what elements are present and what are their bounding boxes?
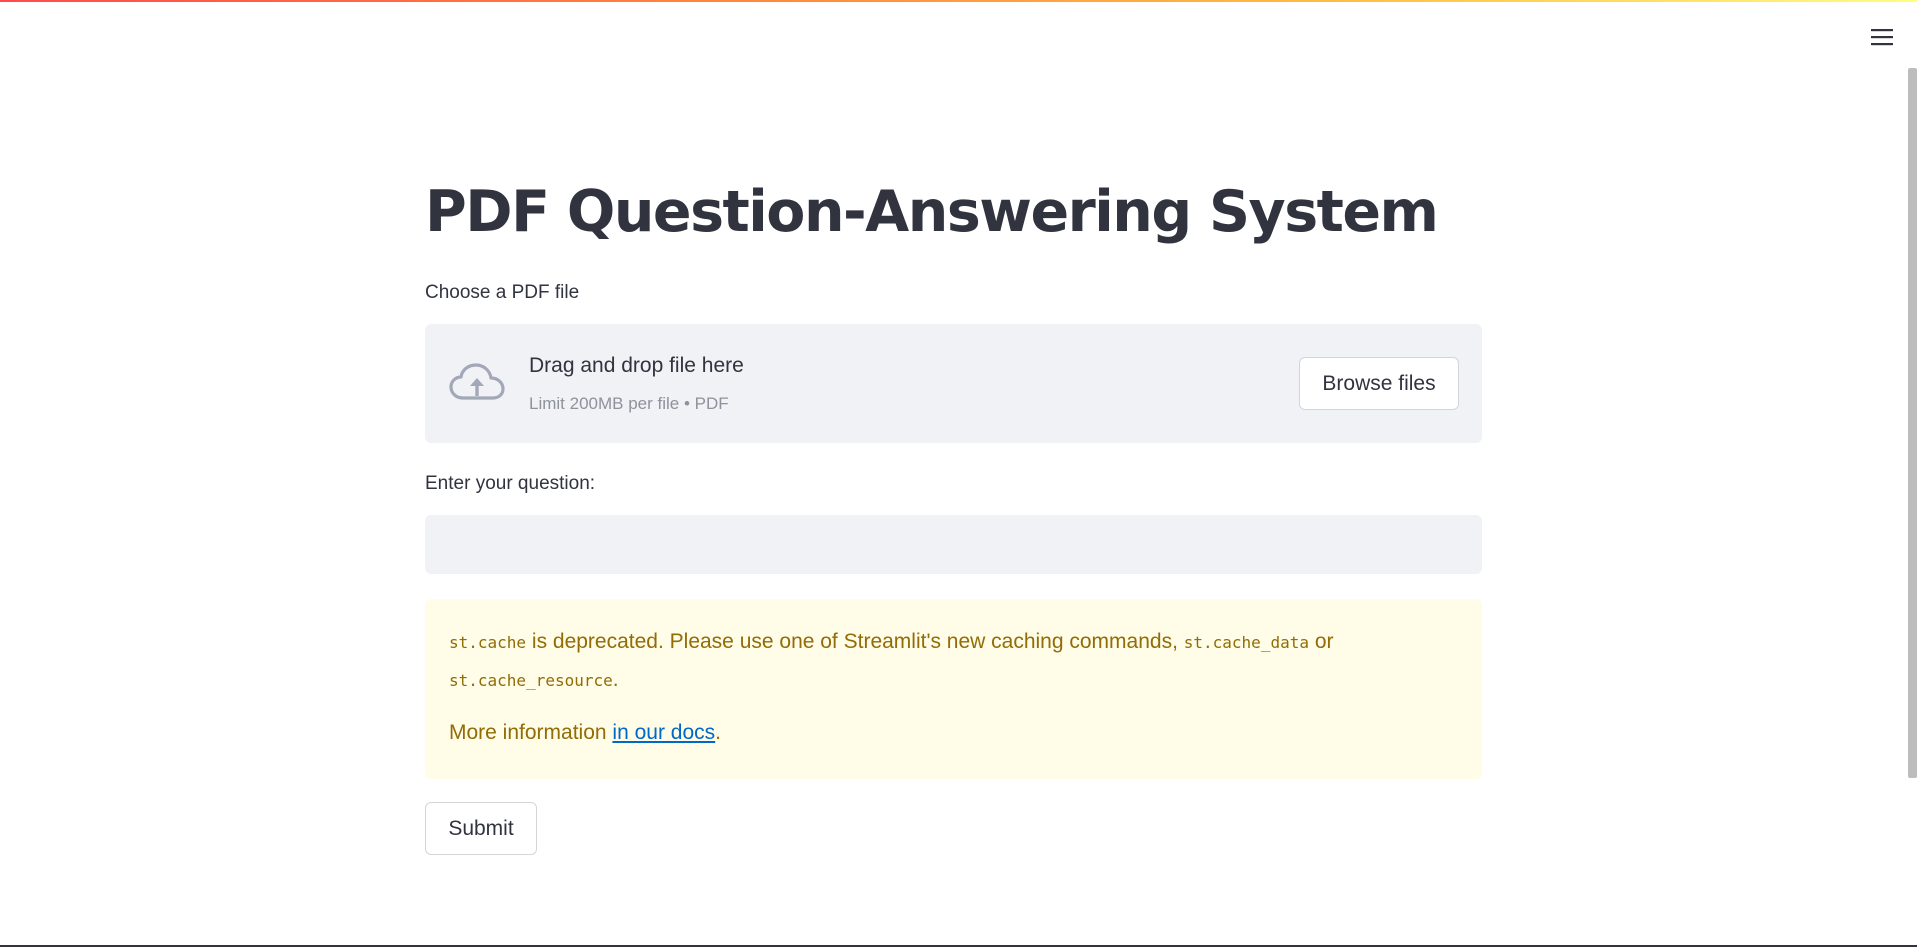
warning-more-info: More information in our docs.	[449, 721, 1458, 745]
browse-files-button[interactable]: Browse files	[1299, 357, 1459, 410]
warning-text-or: or	[1308, 630, 1334, 653]
warning-message: st.cache is deprecated. Please use one o…	[449, 623, 1458, 661]
cloud-upload-icon	[449, 363, 505, 400]
deprecation-warning: st.cache is deprecated. Please use one o…	[425, 599, 1482, 779]
page-scrollbar[interactable]	[1908, 68, 1917, 778]
dropzone-file-limit: Limit 200MB per file • PDF	[529, 394, 729, 413]
question-input-label: Enter your question:	[425, 473, 596, 494]
warning-message-continued: st.cache_resource.	[449, 661, 1458, 699]
more-info-text: More information	[449, 721, 613, 744]
more-info-period: .	[715, 721, 721, 744]
file-uploader-label: Choose a PDF file	[425, 282, 580, 303]
page-title: PDF Question-Answering System	[425, 179, 1439, 245]
docs-link[interactable]: in our docs	[612, 721, 715, 744]
question-input[interactable]	[425, 515, 1482, 574]
warning-text-period: .	[612, 668, 619, 691]
code-st-cache-resource: st.cache_resource	[449, 671, 613, 690]
submit-button[interactable]: Submit	[425, 802, 537, 855]
header-decoration-bar	[0, 0, 1917, 2]
code-st-cache-data: st.cache_data	[1183, 633, 1309, 652]
warning-text-deprecated: is deprecated. Please use one of Streaml…	[526, 630, 1184, 653]
dropzone-instructions: Drag and drop file here	[529, 354, 744, 377]
file-dropzone[interactable]: Drag and drop file here Limit 200MB per …	[425, 324, 1482, 443]
main-menu-button[interactable]	[1866, 24, 1898, 50]
hamburger-menu-icon	[1871, 29, 1893, 46]
code-st-cache: st.cache	[449, 633, 527, 652]
